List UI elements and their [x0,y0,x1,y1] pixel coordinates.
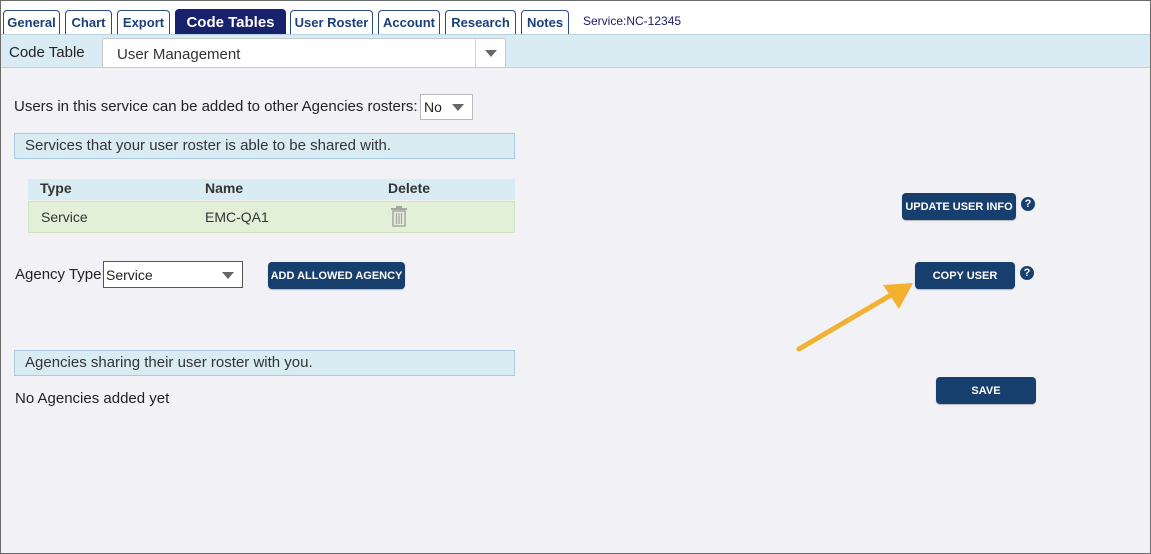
tab-notes[interactable]: Notes [521,10,569,34]
caret-down-icon [222,272,234,279]
caret-down-icon[interactable] [475,39,505,67]
row-type: Service [41,209,88,225]
tab-general[interactable]: General [3,10,60,34]
help-circle-icon[interactable]: ? [1021,197,1035,211]
caret-down-icon [452,104,464,111]
column-header-name: Name [205,180,244,196]
tab-user-roster[interactable]: User Roster [290,10,373,34]
app-window: General Chart Export Code Tables User Ro… [0,0,1151,554]
share-question-select[interactable]: No [420,94,473,120]
column-header-type: Type [40,180,72,196]
help-circle-icon[interactable]: ? [1020,266,1034,280]
trash-icon[interactable] [390,206,408,230]
column-header-delete: Delete [388,180,431,196]
share-question-label: Users in this service can be added to ot… [14,98,418,115]
copy-user-button[interactable]: COPY USER [915,262,1015,289]
tab-account[interactable]: Account [378,10,440,34]
agency-type-select[interactable]: Service [103,261,243,288]
tab-bar: General Chart Export Code Tables User Ro… [1,1,1150,34]
agency-type-value: Service [106,267,153,283]
sharing-with-you-header: Agencies sharing their user roster with … [14,350,515,376]
update-user-info-button[interactable]: UPDATE USER INFO [902,193,1016,220]
share-question-value: No [424,99,442,115]
agency-type-label: Agency Type: [15,266,106,283]
save-button[interactable]: SAVE [936,377,1036,404]
tab-code-tables[interactable]: Code Tables [175,9,286,34]
tab-chart[interactable]: Chart [65,10,112,34]
table-row: Service EMC-QA1 [28,201,515,233]
code-table-select[interactable]: User Management [102,38,506,68]
code-table-label: Code Table [9,44,85,61]
service-id: Service:NC-12345 [583,14,682,28]
code-table-selected: User Management [117,46,241,63]
arrow-icon [796,283,913,352]
add-allowed-agency-button[interactable]: ADD ALLOWED AGENCY [268,262,405,289]
shared-with-header: Services that your user roster is able t… [14,133,515,159]
no-agencies-text: No Agencies added yet [15,390,170,407]
row-name: EMC-QA1 [205,209,269,225]
tab-research[interactable]: Research [445,10,516,34]
code-table-bar: Code Table User Management [1,34,1150,68]
shared-with-table-header: Type Name Delete [28,179,515,200]
tab-export[interactable]: Export [117,10,170,34]
